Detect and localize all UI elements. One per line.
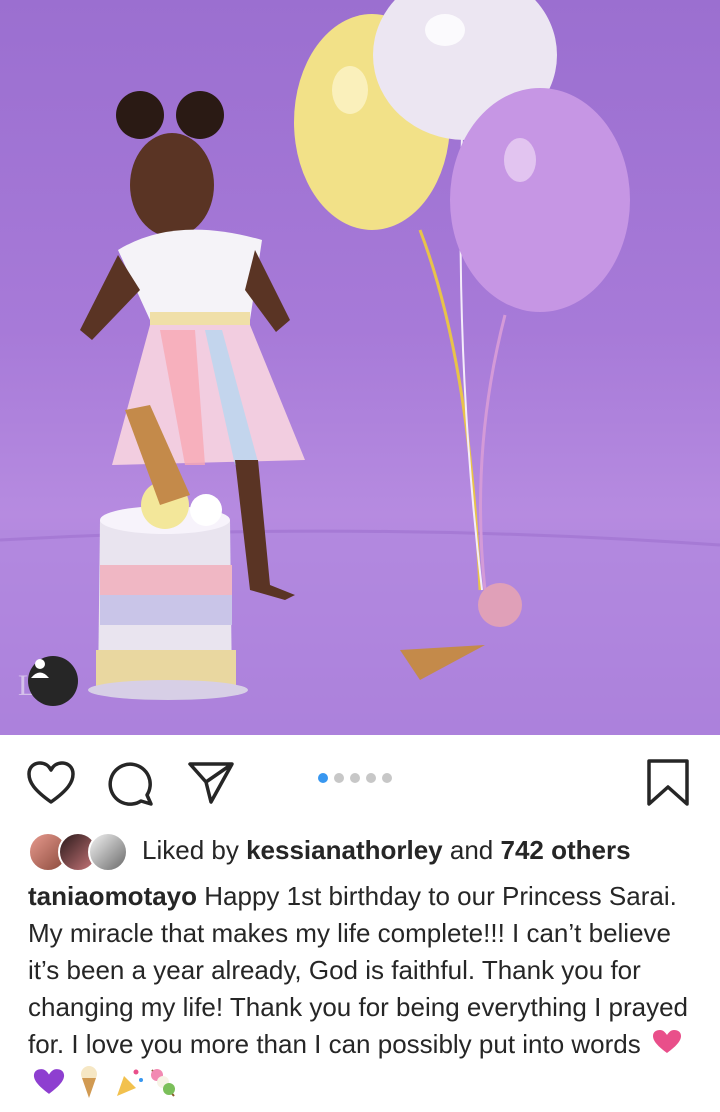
ice-cream-icon — [78, 1065, 100, 1109]
carousel-dot — [366, 773, 376, 783]
carousel-dot — [334, 773, 344, 783]
heart-icon — [27, 761, 75, 804]
avatar — [88, 832, 128, 872]
liker-avatars[interactable] — [28, 830, 132, 872]
comment-icon — [108, 762, 153, 806]
bookmark-icon — [647, 759, 689, 806]
carousel-indicator — [318, 773, 392, 783]
liked-by-user-link[interactable]: kessianathorley — [246, 835, 443, 866]
post-photo[interactable]: L — [0, 0, 720, 735]
share-button[interactable] — [186, 758, 236, 808]
send-icon — [188, 762, 234, 804]
like-button[interactable] — [26, 758, 76, 808]
carousel-dot — [318, 773, 328, 783]
likes-count-link[interactable]: 742 others — [501, 835, 631, 866]
pink-heart-icon — [652, 1028, 682, 1065]
photo-illustration: L — [0, 0, 720, 735]
party-popper-icon — [114, 1066, 144, 1108]
save-button[interactable] — [643, 758, 693, 808]
likes-row: Liked by kessianathorley and 742 others — [28, 828, 631, 872]
post-caption: taniaomotayo Happy 1st birthday to our P… — [28, 878, 698, 1109]
likes-prefix: Liked by — [142, 834, 239, 865]
tagged-user-button[interactable] — [28, 656, 78, 706]
dango-icon — [148, 1066, 178, 1108]
comment-button[interactable] — [106, 758, 156, 808]
person-icon — [31, 659, 49, 678]
likes-connector: and — [449, 834, 494, 865]
purple-heart-icon — [32, 1068, 66, 1106]
carousel-dot — [350, 773, 360, 783]
carousel-dot — [382, 773, 392, 783]
caption-username[interactable]: taniaomotayo — [28, 881, 197, 911]
